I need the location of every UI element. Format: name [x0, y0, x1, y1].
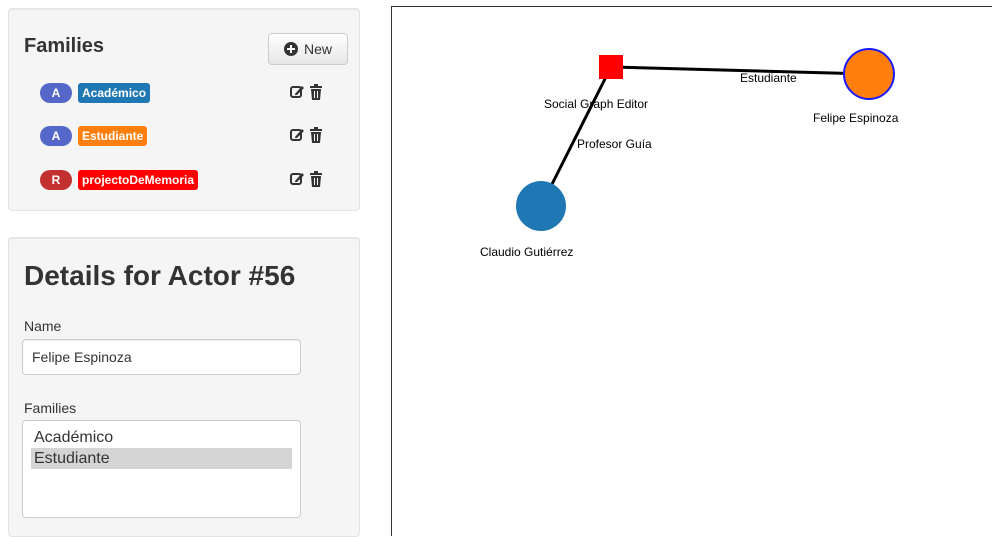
- actor-details-panel: Details for Actor #56 Name Families Acad…: [8, 237, 360, 537]
- node-label: Felipe Espinoza: [813, 111, 899, 125]
- plus-circle-icon: [283, 42, 298, 56]
- family-name-label[interactable]: Estudiante: [78, 126, 148, 146]
- edge-label: Estudiante: [740, 71, 797, 85]
- families-multiselect[interactable]: Académico Estudiante: [22, 420, 301, 518]
- graph-canvas[interactable]: Estudiante Profesor Guía Social Graph Ed…: [391, 6, 992, 536]
- edit-icon[interactable]: [290, 171, 304, 187]
- trash-icon[interactable]: [309, 127, 323, 143]
- family-type-badge: A: [40, 83, 72, 103]
- families-option-selected[interactable]: Estudiante: [31, 448, 292, 469]
- trash-icon[interactable]: [309, 171, 323, 187]
- trash-icon[interactable]: [309, 84, 323, 100]
- families-panel: Families New A Académico A Estudiante R …: [8, 8, 360, 211]
- graph-node-square[interactable]: [599, 55, 623, 79]
- name-field-label: Name: [24, 318, 62, 334]
- node-label: Claudio Gutiérrez: [480, 245, 573, 259]
- family-row: A Estudiante: [40, 125, 340, 147]
- node-label: Social Graph Editor: [544, 97, 648, 111]
- family-name-label[interactable]: Académico: [78, 83, 151, 103]
- families-field-label: Families: [24, 400, 77, 416]
- edge-label: Profesor Guía: [577, 137, 652, 151]
- families-heading: Families: [24, 35, 105, 57]
- new-button-label: New: [303, 41, 332, 57]
- edit-icon[interactable]: [290, 84, 304, 100]
- family-type-badge: R: [40, 170, 72, 190]
- families-option[interactable]: Académico: [31, 427, 292, 448]
- graph-svg[interactable]: Estudiante Profesor Guía Social Graph Ed…: [392, 7, 992, 537]
- family-row: A Académico: [40, 82, 340, 104]
- family-row: R projectoDeMemoria: [40, 169, 340, 191]
- family-type-badge: A: [40, 126, 72, 146]
- edit-icon[interactable]: [290, 127, 304, 143]
- graph-node-circle[interactable]: [516, 181, 566, 231]
- family-name-label[interactable]: projectoDeMemoria: [78, 170, 199, 190]
- actor-name-input[interactable]: [22, 339, 301, 375]
- new-family-button[interactable]: New: [268, 33, 348, 65]
- details-title: Details for Actor #56: [24, 260, 296, 291]
- graph-node-circle[interactable]: [843, 48, 895, 100]
